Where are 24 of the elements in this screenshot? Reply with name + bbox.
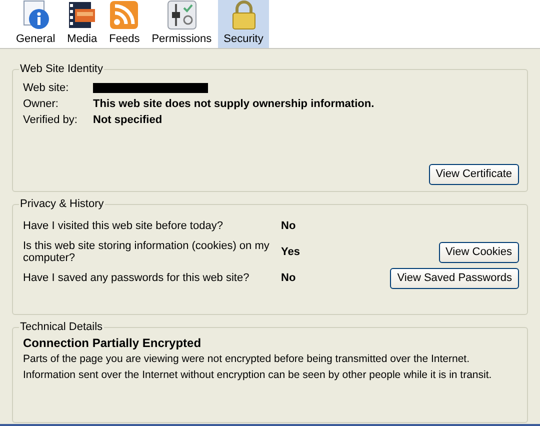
field-label: Owner:: [23, 96, 60, 112]
question-text: Have I saved any passwords for this web site?: [23, 272, 250, 284]
group-title: Web Site Identity: [19, 62, 104, 76]
status-heading: Connection Partially Encrypted: [23, 335, 202, 351]
question-text: Is this web site storing information (cookies) on my computer?: [23, 240, 270, 264]
info-icon: [20, 0, 51, 30]
answer-text: Yes: [281, 244, 300, 260]
toggles-icon: [166, 0, 197, 30]
view-passwords-button[interactable]: View Saved Passwords: [390, 268, 519, 288]
field-value: This web site does not supply ownership information.: [93, 96, 374, 112]
detail-text: Parts of the page you are viewing were not encrypted before being transmitted over the Internet.: [23, 352, 471, 367]
tab[interactable]: Security: [218, 0, 270, 48]
group-title: Privacy & History: [19, 197, 105, 211]
field-value: Not specified: [93, 112, 162, 128]
answer-text: No: [281, 270, 296, 286]
view-certificate-button[interactable]: View Certificate: [428, 164, 519, 185]
field-label: Web site:: [23, 80, 70, 96]
rss-icon: [109, 0, 140, 30]
answer-text: No: [281, 218, 296, 234]
field-label: Verified by:: [23, 112, 78, 128]
film-icon: [67, 0, 98, 30]
question-text: Have I visited this web site before today?: [23, 220, 224, 232]
view-cookies-button[interactable]: View Cookies: [438, 242, 519, 262]
detail-text: Information sent over the Internet without encryption can be seen by other people while it is in transit.: [23, 368, 493, 383]
